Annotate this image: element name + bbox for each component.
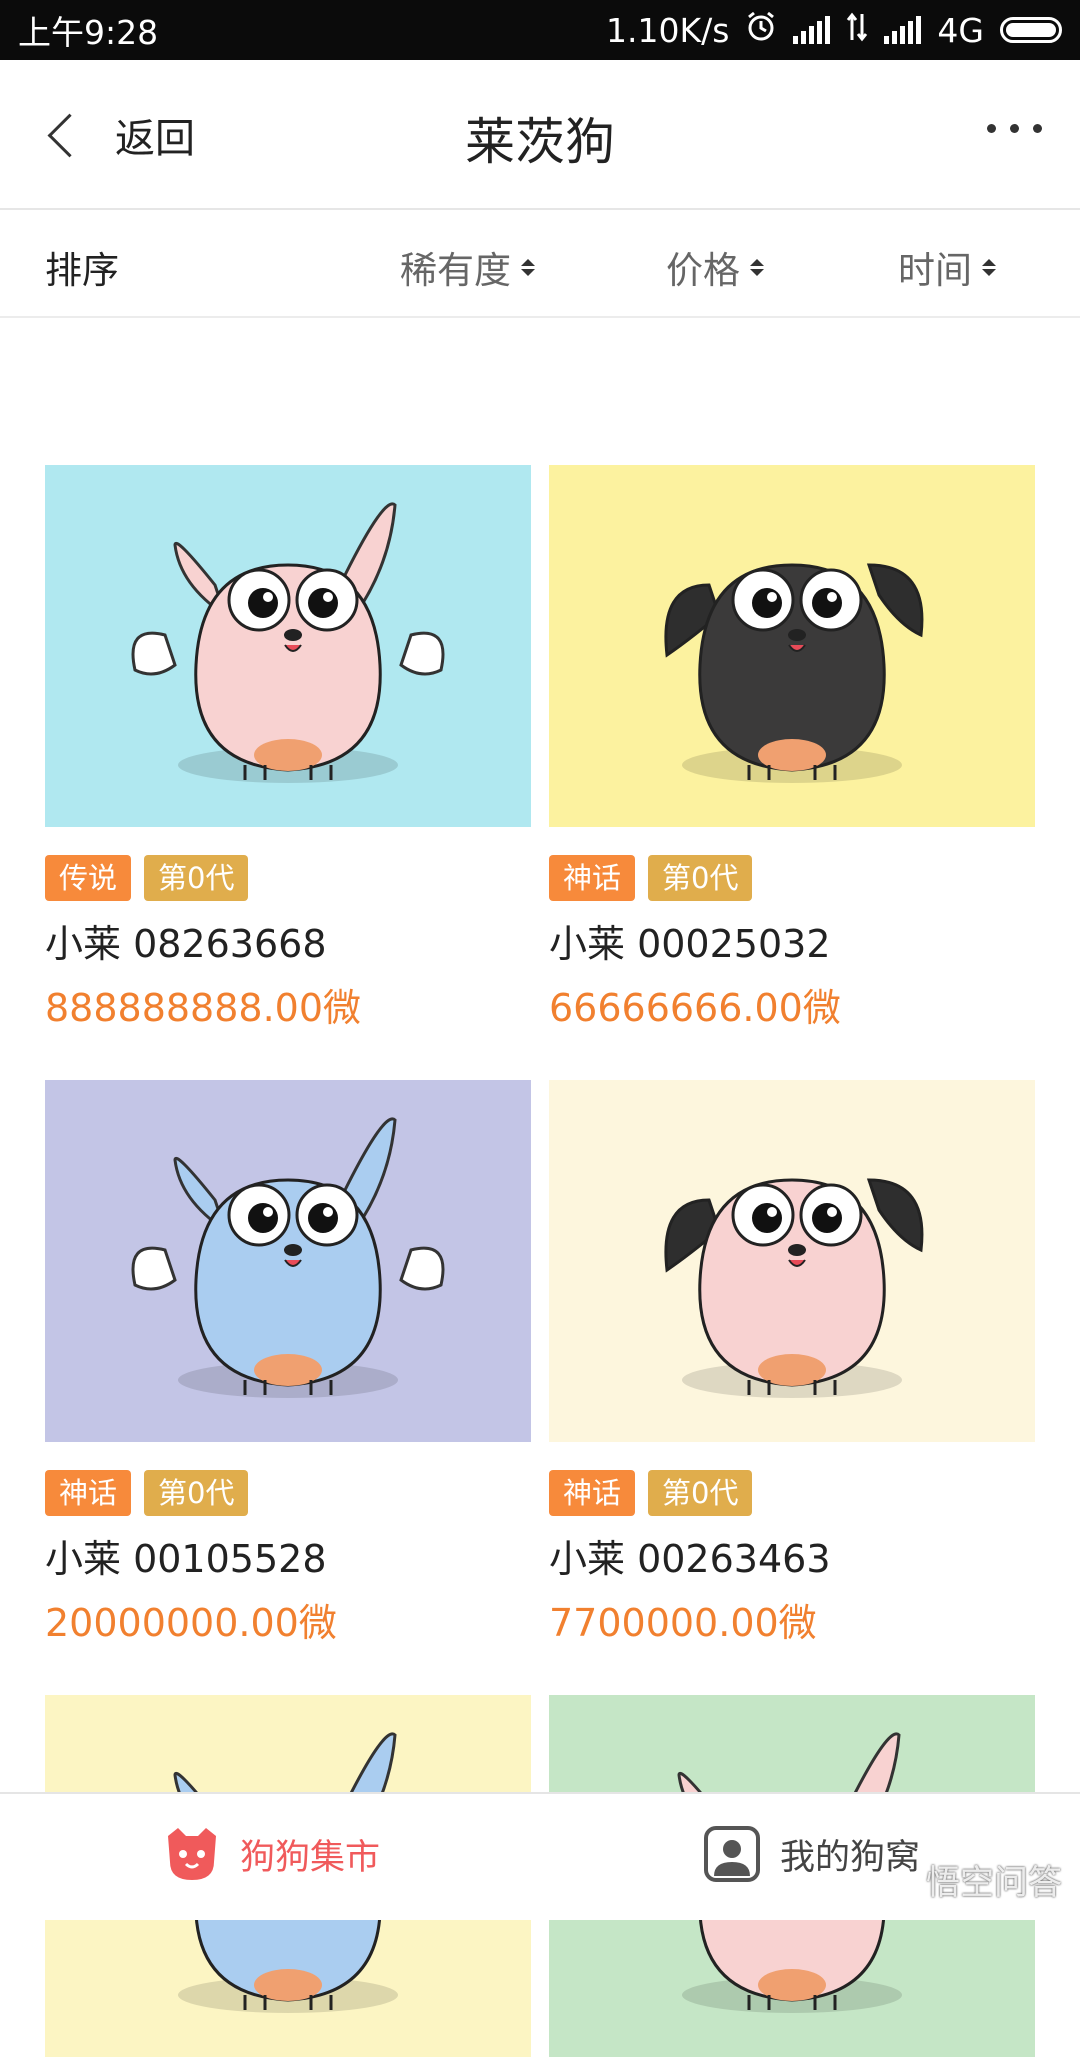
rarity-badge: 神话 [45,1470,132,1516]
dog-image [549,1080,1035,1442]
rarity-badge: 神话 [549,1470,636,1516]
sort-rarity[interactable]: 稀有度 [400,240,535,294]
back-label: 返回 [115,116,195,162]
back-button[interactable]: 返回 [40,100,195,170]
status-bar: 上午9:28 1.10K/s 4G [0,0,1080,60]
bottom-tab-bar: 狗狗集市 我的狗窝 [0,1792,1080,1920]
dog-card[interactable]: 神话 第0代 小莱 00105528 20000000.00微 [45,1080,531,1648]
sort-rarity-label: 稀有度 [400,249,511,292]
generation-badge: 第0代 [648,855,753,901]
tab-my-kennel[interactable]: 我的狗窝 [700,1822,920,1886]
sort-arrows-icon [982,258,996,276]
dog-name: 小莱 08263668 [45,922,327,966]
dog-name: 小莱 00025032 [549,922,831,966]
tab-dog-market[interactable]: 狗狗集市 [160,1822,380,1886]
dog-price: 7700000.00微 [549,1601,817,1645]
card-tags: 传说 第0代 [45,855,531,901]
dog-name: 小莱 00105528 [45,1537,327,1581]
generation-badge: 第0代 [144,1470,249,1516]
tab-market-label: 狗狗集市 [240,1837,381,1878]
rarity-badge: 传说 [45,855,132,901]
signal-icon-2 [884,16,922,44]
sort-arrows-icon [750,258,764,276]
alarm-icon [745,10,777,50]
dog-price: 20000000.00微 [45,1601,337,1645]
sort-bar: 排序 稀有度 价格 时间 [0,210,1080,318]
watermark: 悟空问答 [926,1863,1062,1903]
dog-price: 888888888.00微 [45,986,362,1030]
sort-price-label: 价格 [666,249,740,292]
nav-header: 返回 莱茨狗 [0,60,1080,210]
tab-kennel-label: 我的狗窝 [780,1837,921,1878]
card-tags: 神话 第0代 [45,1470,531,1516]
card-tags: 神话 第0代 [549,1470,1035,1516]
more-dots-icon[interactable] [987,124,1042,133]
dog-card[interactable]: 传说 第0代 小莱 08263668 888888888.00微 [45,465,531,1033]
generation-badge: 第0代 [648,1470,753,1516]
sort-time[interactable]: 时间 [898,240,996,294]
dog-name: 小莱 00263463 [549,1537,831,1581]
dog-image [45,1080,531,1442]
data-arrows-icon [846,11,868,50]
generation-badge: 第0代 [144,855,249,901]
dog-image [45,465,531,827]
signal-icon [793,16,831,44]
sort-price[interactable]: 价格 [666,240,764,294]
dog-image [549,465,1035,827]
card-tags: 神话 第0代 [549,855,1035,901]
network-type: 4G [937,10,984,50]
battery-icon [1000,17,1062,43]
sort-label: 排序 [45,249,119,292]
dog-face-icon [160,1822,224,1886]
dog-card[interactable]: 神话 第0代 小莱 00263463 7700000.00微 [549,1080,1035,1648]
status-icons: 1.10K/s 4G [606,10,1062,50]
dog-price: 66666666.00微 [549,986,841,1030]
net-speed: 1.10K/s [605,10,730,50]
sort-time-label: 时间 [898,249,972,292]
status-time: 上午9:28 [18,13,159,52]
kennel-icon [700,1822,764,1886]
dog-card[interactable]: 神话 第0代 小莱 00025032 66666666.00微 [549,465,1035,1033]
chevron-left-icon [47,113,92,157]
sort-arrows-icon [521,258,535,276]
rarity-badge: 神话 [549,855,636,901]
